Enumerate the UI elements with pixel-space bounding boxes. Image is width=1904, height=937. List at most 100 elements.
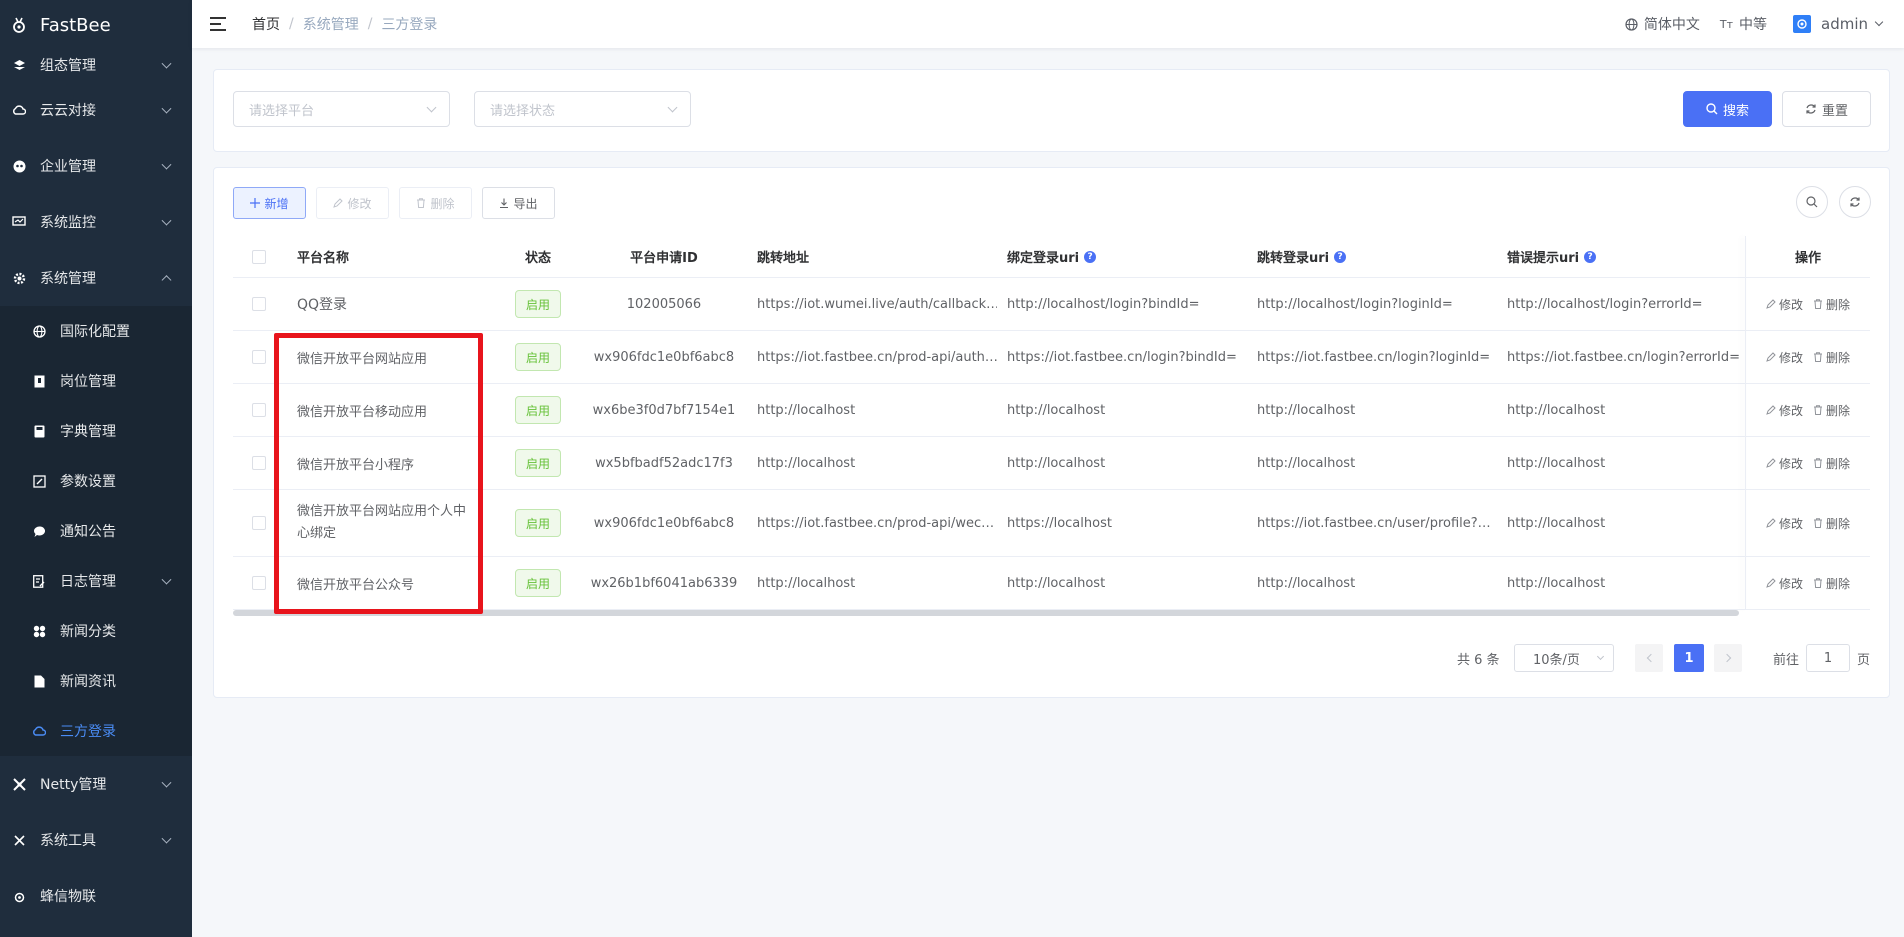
- row-edit-button[interactable]: 修改: [1766, 349, 1803, 366]
- toggle-search-button[interactable]: [1796, 186, 1828, 218]
- status-badge: 启用: [514, 569, 561, 597]
- cell-actions: 修改 删除: [1746, 490, 1870, 556]
- row-edit-button[interactable]: 修改: [1766, 575, 1803, 592]
- sidebar-subitem-label: 新闻分类: [60, 624, 116, 640]
- row-checkbox[interactable]: [252, 403, 266, 417]
- edit-icon: [1766, 405, 1776, 415]
- page-suffix: 页: [1857, 652, 1871, 668]
- search-button[interactable]: 搜索: [1683, 91, 1772, 127]
- row-checkbox[interactable]: [252, 297, 266, 311]
- prev-page-button[interactable]: [1635, 644, 1663, 672]
- row-edit-label: 修改: [1778, 350, 1803, 365]
- menu-toggle-icon[interactable]: [210, 16, 228, 32]
- edit-icon: [333, 198, 344, 208]
- sidebar-item-label: 组态管理: [40, 58, 96, 74]
- sidebar-subitem-news-category[interactable]: 新闻分类: [0, 606, 192, 656]
- column-header-login-uri: 跳转登录uri?: [1257, 236, 1497, 277]
- page-number-current[interactable]: 1: [1674, 644, 1704, 672]
- add-button[interactable]: 新增: [233, 187, 306, 219]
- sidebar-subitem-label: 参数设置: [60, 474, 116, 490]
- row-delete-button[interactable]: 删除: [1813, 402, 1850, 419]
- sidebar-subitem-notice[interactable]: 通知公告: [0, 506, 192, 556]
- sidebar-subitem-label: 岗位管理: [60, 374, 116, 390]
- row-checkbox[interactable]: [252, 576, 266, 590]
- sidebar-subitem-news[interactable]: 新闻资讯: [0, 656, 192, 706]
- help-icon[interactable]: ?: [1584, 250, 1597, 263]
- sidebar-item-tools[interactable]: 系统工具: [0, 812, 192, 868]
- trash-icon: [1813, 405, 1823, 415]
- sidebar-item-label: 系统监控: [40, 215, 96, 231]
- breadcrumb-home[interactable]: 首页: [252, 14, 280, 34]
- sidebar-subitem-log[interactable]: 日志管理: [0, 556, 192, 606]
- next-page-button[interactable]: [1714, 644, 1742, 672]
- log-icon: [32, 574, 46, 588]
- sidebar-item-system[interactable]: 系统管理: [0, 250, 192, 306]
- page-size-select[interactable]: 10条/页: [1514, 644, 1614, 672]
- help-icon[interactable]: ?: [1084, 250, 1097, 263]
- chevron-down-icon: [161, 574, 172, 585]
- category-icon: [32, 624, 46, 638]
- sidebar-subitem-dict[interactable]: 字典管理: [0, 406, 192, 456]
- sidebar-item-label: 云云对接: [40, 103, 96, 119]
- user-dropdown[interactable]: admin: [1793, 15, 1884, 33]
- row-checkbox[interactable]: [252, 516, 266, 530]
- sidebar-item-monitor[interactable]: 系统监控: [0, 194, 192, 250]
- breadcrumb-separator: /: [367, 16, 373, 32]
- search-form-card: [213, 69, 1890, 152]
- row-edit-button[interactable]: 修改: [1766, 402, 1803, 419]
- sidebar-item-enterprise[interactable]: 企业管理: [0, 138, 192, 194]
- chevron-down-icon: [161, 833, 172, 844]
- sidebar-subitem-i18n[interactable]: 国际化配置: [0, 306, 192, 356]
- select-all-checkbox[interactable]: [252, 249, 266, 264]
- help-icon[interactable]: ?: [1334, 250, 1347, 263]
- logo[interactable]: FastBee: [0, 0, 192, 50]
- cell-app-id: 102005066: [626, 296, 702, 312]
- row-edit-button[interactable]: 修改: [1766, 515, 1803, 532]
- cell-app-id: wx5bfbadf52adc17f3: [595, 455, 733, 471]
- row-delete-label: 删除: [1826, 456, 1851, 471]
- globe-icon: [1625, 17, 1638, 31]
- size-switcher[interactable]: Tт 中等: [1720, 14, 1767, 34]
- row-delete-button[interactable]: 删除: [1813, 296, 1850, 313]
- column-header-error-uri: 错误提示uri?: [1507, 236, 1747, 277]
- row-delete-button[interactable]: 删除: [1813, 349, 1850, 366]
- sidebar-subitem-third-party-login[interactable]: 三方登录: [0, 706, 192, 756]
- sidebar-item-netty[interactable]: Netty管理: [0, 756, 192, 812]
- platform-select[interactable]: 请选择平台: [233, 91, 450, 127]
- trash-icon: [1813, 458, 1823, 468]
- sidebar-item-cloud[interactable]: 云云对接: [0, 82, 192, 138]
- layers-icon: [12, 58, 26, 72]
- row-edit-label: 修改: [1778, 516, 1803, 531]
- row-delete-button[interactable]: 删除: [1813, 515, 1850, 532]
- sidebar-subitem-params[interactable]: 参数设置: [0, 456, 192, 506]
- goto-page-input[interactable]: 1: [1806, 644, 1850, 672]
- sidebar-subitem-post[interactable]: 岗位管理: [0, 356, 192, 406]
- row-checkbox[interactable]: [252, 456, 266, 470]
- sidebar-item-label: Netty管理: [40, 777, 107, 793]
- language-switcher[interactable]: 简体中文: [1625, 14, 1700, 34]
- gear-icon: [12, 271, 26, 285]
- delete-button[interactable]: 删除: [399, 187, 472, 219]
- cell-name: QQ登录: [297, 297, 348, 313]
- row-delete-button[interactable]: 删除: [1813, 575, 1850, 592]
- row-checkbox[interactable]: [252, 350, 266, 364]
- edit-button[interactable]: 修改: [316, 187, 389, 219]
- chevron-down-icon: [161, 215, 172, 226]
- sidebar-item-fengxin[interactable]: 蜂信物联: [0, 868, 192, 924]
- row-delete-button[interactable]: 删除: [1813, 455, 1850, 472]
- table-header: 平台名称 状态 平台申请ID 跳转地址 绑定登录uri? 跳转登录uri? 错误…: [233, 236, 1870, 278]
- sidebar-item-config[interactable]: 组态管理: [0, 48, 192, 82]
- reset-button[interactable]: 重置: [1782, 91, 1871, 127]
- reset-button-label: 重置: [1821, 103, 1848, 119]
- trash-icon: [1813, 518, 1823, 528]
- status-badge: 启用: [514, 509, 561, 537]
- row-edit-button[interactable]: 修改: [1766, 455, 1803, 472]
- top-navbar: 首页 / 系统管理 / 三方登录 简体中文 Tт 中等 admin: [192, 0, 1904, 48]
- export-button[interactable]: 导出: [482, 187, 555, 219]
- size-label: 中等: [1739, 17, 1767, 33]
- status-select[interactable]: 请选择状态: [474, 91, 691, 127]
- chevron-down-icon: [1596, 652, 1605, 661]
- row-edit-button[interactable]: 修改: [1766, 296, 1803, 313]
- refresh-table-button[interactable]: [1839, 186, 1871, 218]
- cell-error-uri: http://localhost: [1507, 515, 1606, 531]
